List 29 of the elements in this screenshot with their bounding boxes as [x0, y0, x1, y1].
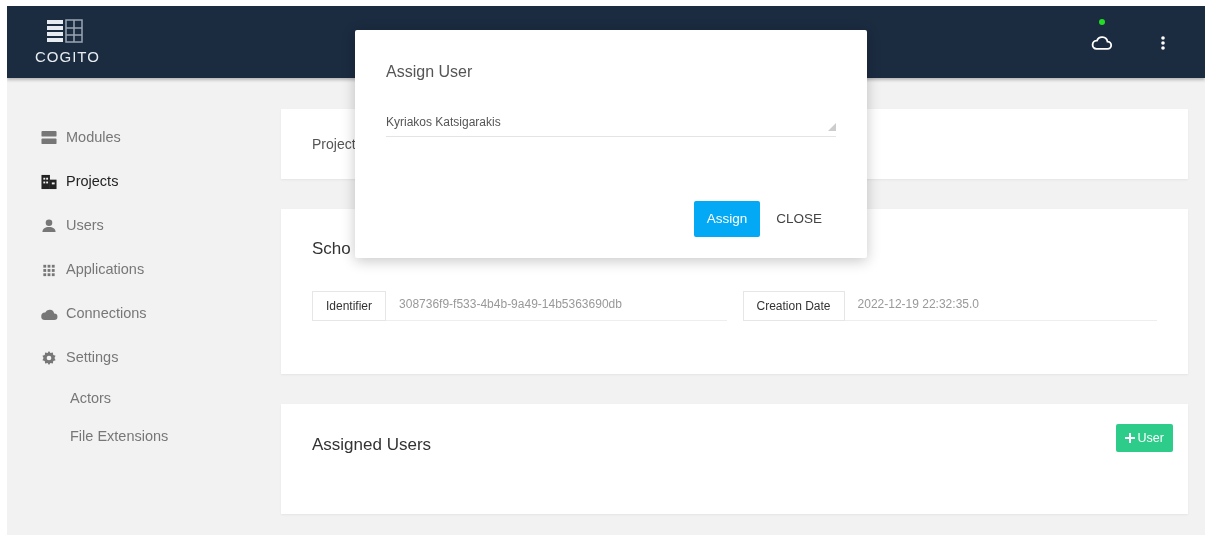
sidebar-item[interactable]: Settings	[40, 336, 281, 380]
modules-icon	[40, 130, 58, 146]
field-label: Identifier	[312, 290, 387, 321]
dropdown-icon	[828, 123, 836, 131]
field-value: 308736f9-f533-4b4b-9a49-14b5363690db	[386, 290, 727, 321]
assign-button[interactable]: Assign	[693, 201, 761, 238]
settings-icon	[40, 350, 58, 366]
sidebar-item[interactable]: Projects	[40, 160, 281, 204]
dialog-title: Assign User	[386, 62, 474, 82]
sidebar-item[interactable]: Modules	[40, 116, 281, 160]
logo-text: COGITO	[35, 46, 100, 67]
cloud-icon	[1091, 34, 1113, 52]
sidebar-item[interactable]: Applications	[40, 248, 281, 292]
close-button[interactable]: CLOSE	[764, 201, 834, 238]
sidebar-item[interactable]: File Extensions	[40, 418, 281, 456]
user-select[interactable]: Kyriakos Katsigarakis	[386, 113, 836, 137]
field-label: Creation Date	[742, 290, 845, 321]
card-title: Project	[312, 134, 356, 154]
plus-icon	[1124, 433, 1135, 443]
building-icon	[40, 174, 58, 190]
apps-icon	[40, 262, 58, 278]
card-title: Scho	[312, 238, 352, 260]
sidebar-item[interactable]: Connections	[40, 292, 281, 336]
field-value: 2022-12-19 22:32:35.0	[844, 290, 1157, 321]
menu-icon	[1161, 35, 1165, 50]
sidebar-item[interactable]: Users	[40, 204, 281, 248]
card-title: Assigned Users	[312, 434, 432, 456]
user-icon	[40, 218, 58, 234]
sidebar-item[interactable]: Actors	[40, 380, 281, 418]
